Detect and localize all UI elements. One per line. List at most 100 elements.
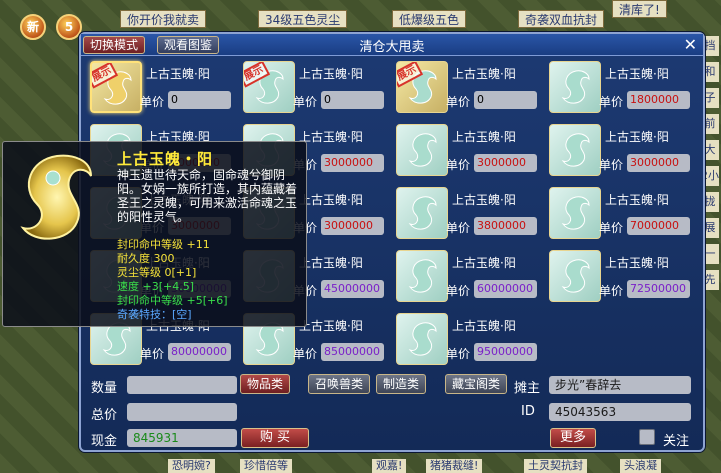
item-slot[interactable]: 展示 上古玉魄·阳 单价 0 (396, 61, 544, 117)
bg-stall-tag[interactable]: 你开价我就卖 (120, 10, 207, 28)
jade-soul-icon (408, 133, 437, 167)
price-label: 单价 (140, 95, 165, 109)
item-name: 上古玉魄·阳 (299, 193, 363, 207)
price-label: 单价 (293, 347, 318, 361)
bg-stall-tag[interactable]: 34级五色灵尘 (258, 10, 348, 28)
item-thumbnail[interactable] (549, 61, 601, 113)
item-slot[interactable]: 上古玉魄·阳 单价 60000000 (396, 250, 544, 306)
category-pets-tab[interactable]: 召唤兽类 (308, 374, 371, 394)
item-thumbnail[interactable]: 展示 (90, 61, 142, 113)
item-thumbnail[interactable] (549, 187, 601, 239)
bg-stall-tag[interactable]: 清库了! (612, 0, 667, 18)
total-price-field (127, 403, 237, 421)
price-label: 单价 (446, 95, 471, 109)
jade-soul-icon (561, 259, 590, 293)
bg-stall-tag[interactable]: 观嘉! (372, 459, 407, 473)
price-field: 0 (474, 91, 537, 109)
tooltip-stat-line: 奇袭特技：[空] (117, 308, 192, 321)
price-field: 80000000 (168, 343, 231, 361)
item-name: 上古玉魄·阳 (146, 67, 210, 81)
tooltip-stat-line: 封印命中等级 +11 (117, 238, 210, 251)
price-field: 3000000 (474, 154, 537, 172)
jade-soul-icon (561, 196, 590, 230)
item-slot[interactable]: 上古玉魄·阳单价 95000000 (396, 313, 544, 369)
item-thumbnail[interactable] (396, 250, 448, 302)
jade-soul-icon (408, 322, 437, 356)
price-label: 单价 (599, 284, 624, 298)
item-name: 上古玉魄·阳 (605, 256, 669, 270)
tooltip-stat-line: 封印命中等级 +5[+6] (117, 294, 228, 307)
price-field: 1800000 (627, 91, 690, 109)
item-thumbnail[interactable] (396, 124, 448, 176)
id-label: ID (521, 404, 535, 419)
price-label: 单价 (446, 158, 471, 172)
price-label: 单价 (446, 347, 471, 361)
jade-soul-icon (408, 196, 437, 230)
buy-button[interactable]: 购 买 (241, 428, 309, 448)
category-items-tab[interactable]: 物品类 (240, 374, 291, 394)
item-slot[interactable]: 展示 上古玉魄·阳单价 0 (90, 61, 238, 117)
item-thumbnail[interactable]: 展示 (396, 61, 448, 113)
seller-label: 摊主 (514, 381, 541, 396)
item-slot[interactable]: 上古玉魄·阳 单价 72500000 (549, 250, 697, 306)
item-thumbnail[interactable] (396, 187, 448, 239)
price-field: 0 (321, 91, 384, 109)
item-name: 上古玉魄·阳 (605, 67, 669, 81)
item-slot[interactable]: 展示 上古玉魄·阳 单价 0 (243, 61, 391, 117)
price-label: 单价 (446, 284, 471, 298)
price-field: 45000000 (321, 280, 384, 298)
bg-stall-tag[interactable]: 恐明婉? (168, 459, 215, 473)
seller-field: 步光”春辞去 (549, 376, 691, 394)
item-thumbnail[interactable] (549, 124, 601, 176)
new-event-button[interactable]: 新 (20, 14, 46, 40)
more-button[interactable]: 更多 (550, 428, 596, 448)
close-icon[interactable]: ✕ (684, 35, 697, 54)
item-thumbnail[interactable] (396, 313, 448, 365)
window-title: 清仓大甩卖 (359, 40, 425, 55)
item-name: 上古玉魄·阳 (605, 130, 669, 144)
price-field: 95000000 (474, 343, 537, 361)
item-slot[interactable]: 上古玉魄·阳 单价 3800000 (396, 187, 544, 243)
background-bottom-tags: 恐明婉? 珍惜倍等 观嘉! 猪猪裁缝! 土灵契抗封 头浪凝 (0, 459, 721, 473)
item-name: 上古玉魄·阳 (299, 319, 363, 333)
item-slot[interactable]: 上古玉魄·阳单价3000000 (549, 124, 697, 180)
item-name: 上古玉魄·阳 (452, 193, 516, 207)
bg-stall-tag[interactable]: 土灵契抗封 (524, 459, 587, 473)
jade-soul-icon (561, 70, 590, 104)
price-field: 3000000 (321, 217, 384, 235)
bg-stall-tag[interactable]: 低爆级五色 (392, 10, 467, 28)
item-thumbnail[interactable]: 展示 (243, 61, 295, 113)
bg-stall-tag[interactable]: 奇袭双血抗封 (518, 10, 605, 28)
price-field: 7000000 (627, 217, 690, 235)
item-slot[interactable]: 上古玉魄·阳单价 1800000 (549, 61, 697, 117)
price-field: 0 (168, 91, 231, 109)
tooltip-description: 神玉遗世待天命，固命魂兮御阴阳。女娲一族所打造，其内蕴藏着圣王之灵魄，可用来激活… (117, 168, 298, 224)
price-label: 单价 (599, 95, 624, 109)
total-price-label: 总价 (91, 408, 118, 423)
category-treasure-tab[interactable]: 藏宝阁类 (445, 374, 508, 394)
price-label: 单价 (446, 221, 471, 235)
bg-stall-tag[interactable]: 猪猪裁缝! (426, 459, 483, 473)
window-titlebar: 切换模式 观看图鉴 清仓大甩卖 ✕ (81, 34, 703, 56)
item-name: 上古玉魄·阳 (299, 130, 363, 144)
price-label: 单价 (599, 158, 624, 172)
item-name: 上古玉魄·阳 (299, 256, 363, 270)
cash-field: 845931 (127, 429, 237, 447)
quantity-input[interactable] (127, 376, 237, 394)
bg-stall-tag[interactable]: 头浪凝 (620, 459, 661, 473)
item-name: 上古玉魄·阳 (452, 130, 516, 144)
category-crafting-tab[interactable]: 制造类 (376, 374, 427, 394)
cash-label: 现金 (91, 434, 118, 449)
item-name: 上古玉魄·阳 (452, 319, 516, 333)
tooltip-stat-line: 速度 +3[+4.5] (117, 280, 195, 293)
bg-stall-tag[interactable]: 珍惜倍等 (240, 459, 292, 473)
item-slot[interactable]: 上古玉魄·阳单价3000000 (396, 124, 544, 180)
follow-checkbox[interactable] (639, 429, 655, 445)
tooltip-title: 上古玉魄・阳 (117, 150, 214, 168)
item-tooltip: 上古玉魄・阳 神玉遗世待天命，固命魂兮御阴阳。女娲一族所打造，其内蕴藏着圣王之灵… (2, 141, 307, 327)
item-thumbnail[interactable] (549, 250, 601, 302)
jade-soul-icon (20, 154, 92, 240)
item-slot[interactable]: 上古玉魄·阳 单价 7000000 (549, 187, 697, 243)
tooltip-stat-line: 灵尘等级 0[+1] (117, 266, 197, 279)
price-label: 单价 (293, 95, 318, 109)
